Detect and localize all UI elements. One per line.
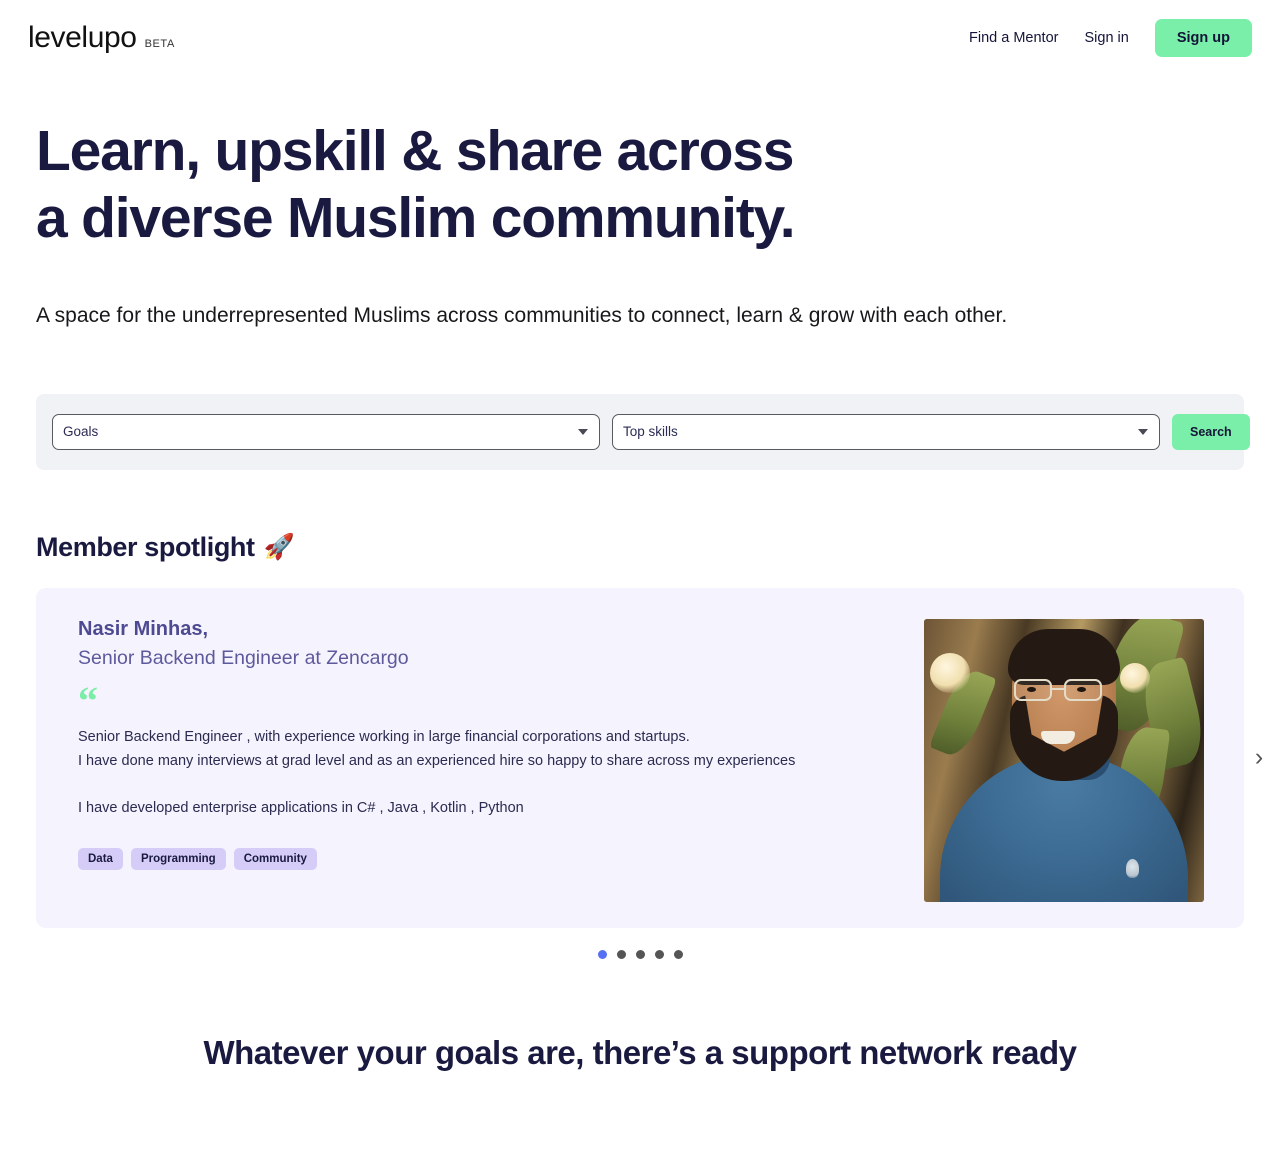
avatar-smile <box>1041 730 1075 744</box>
member-tags: Data Programming Community <box>78 848 900 871</box>
top-skills-select-value: Top skills <box>623 424 678 440</box>
site-header: levelupo BETA Find a Mentor Sign in Sign… <box>0 0 1280 76</box>
hero-title-line-2: a diverse Muslim community. <box>36 186 796 251</box>
quote-icon: “ <box>78 678 98 724</box>
rocket-icon: 🚀 <box>263 532 295 561</box>
hero-subtitle: A space for the underrepresented Muslims… <box>36 303 1008 327</box>
member-name: Nasir Minhas, <box>78 617 209 640</box>
beta-badge: BETA <box>144 38 175 50</box>
page-title: Learn, upskill & share across a diverse … <box>36 118 1244 253</box>
nav-sign-in[interactable]: Sign in <box>1084 30 1128 46</box>
goals-select[interactable]: Goals <box>52 413 600 450</box>
sign-up-button[interactable]: Sign up <box>1154 19 1252 57</box>
brand-wordmark: levelupo <box>28 21 137 54</box>
brand-logo[interactable]: levelupo BETA <box>28 23 175 53</box>
tag-community[interactable]: Community <box>233 848 317 871</box>
primary-nav: Find a Mentor Sign in Sign up <box>969 19 1252 57</box>
shirt-logo-icon <box>1126 858 1139 878</box>
chevron-down-icon <box>1138 428 1148 435</box>
carousel-dot-5[interactable] <box>673 949 683 959</box>
member-bio: Senior Backend Engineer , with experienc… <box>78 729 796 816</box>
carousel-dot-3[interactable] <box>635 949 645 959</box>
search-panel: Goals Top skills Search <box>36 393 1250 470</box>
tag-data[interactable]: Data <box>78 848 123 871</box>
avatar-eye <box>1027 686 1036 692</box>
carousel-next-icon[interactable]: › <box>1246 745 1272 771</box>
avatar-eye <box>1077 686 1086 692</box>
spotlight-carousel: Nasir Minhas, Senior Backend Engineer at… <box>36 587 1263 928</box>
carousel-dots <box>0 949 1280 959</box>
goals-select-value: Goals <box>63 424 99 440</box>
carousel-dot-1[interactable] <box>597 949 607 959</box>
tag-programming[interactable]: Programming <box>130 848 226 871</box>
spotlight-heading-text: Member spotlight <box>36 531 255 562</box>
carousel-dot-2[interactable] <box>616 949 626 959</box>
spotlight-heading: Member spotlight 🚀 <box>36 532 1244 563</box>
top-skills-select[interactable]: Top skills <box>612 413 1160 450</box>
member-role: Senior Backend Engineer at Zencargo <box>78 646 409 669</box>
avatar-hair <box>1008 628 1120 685</box>
carousel-dot-4[interactable] <box>654 949 664 959</box>
member-avatar <box>924 618 1204 902</box>
chevron-down-icon <box>578 428 588 435</box>
nav-find-a-mentor[interactable]: Find a Mentor <box>969 30 1058 46</box>
hero-title-line-1: Learn, upskill & share across <box>36 119 794 183</box>
lamp-glow <box>1120 662 1150 693</box>
member-spotlight-card: Nasir Minhas, Senior Backend Engineer at… <box>36 587 1244 928</box>
support-network-heading: Whatever your goals are, there’s a suppo… <box>203 1033 1077 1071</box>
glasses-bridge <box>1052 687 1064 690</box>
lamp-glow <box>930 652 970 693</box>
member-details: Nasir Minhas, Senior Backend Engineer at… <box>78 614 924 902</box>
hero-section: Learn, upskill & share across a diverse … <box>0 76 1280 331</box>
search-button[interactable]: Search <box>1172 413 1250 450</box>
